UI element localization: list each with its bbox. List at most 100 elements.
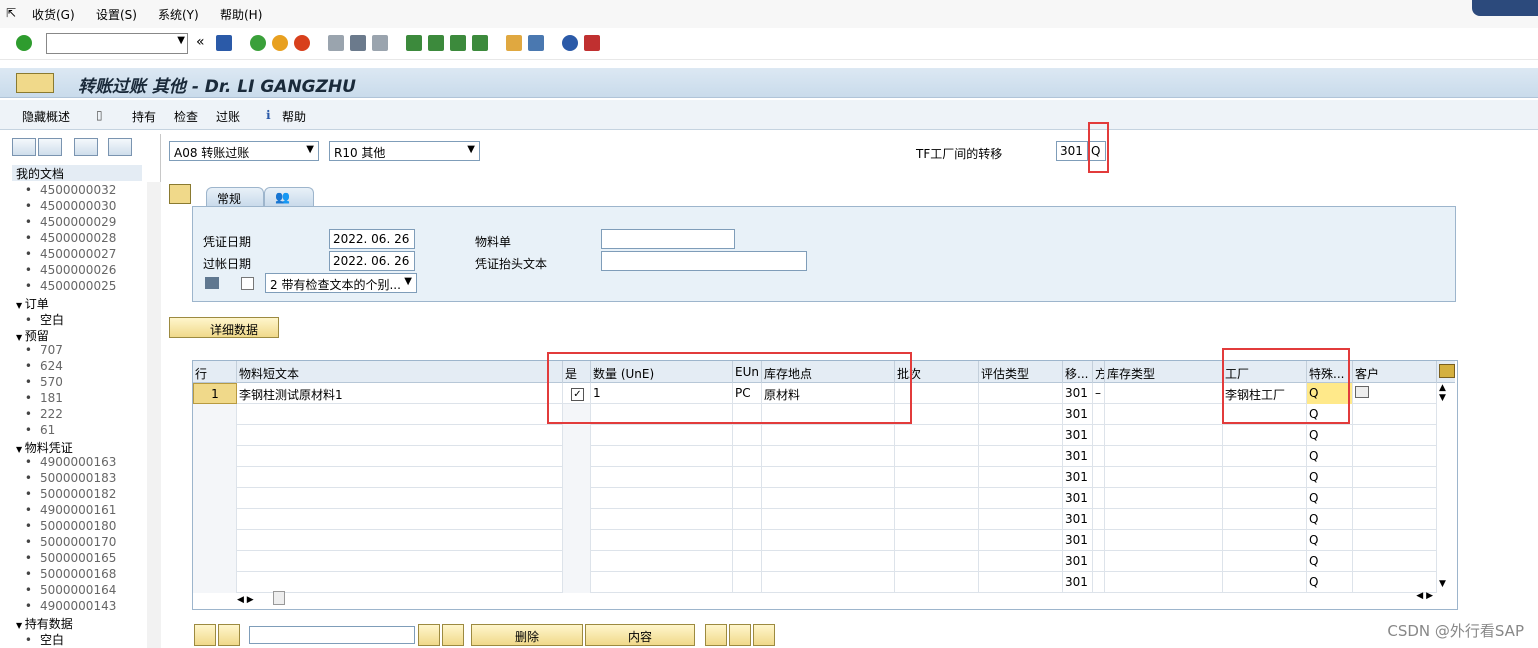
cancel-icon[interactable] <box>294 35 310 51</box>
reference-select[interactable]: R10 其他 ▼ <box>329 141 480 161</box>
scroll-down-end-icon[interactable]: ▼ <box>1439 579 1446 589</box>
tree-item[interactable]: • 5000000183 <box>12 471 116 485</box>
col-line-cell[interactable] <box>193 404 237 425</box>
col-valtype-cell[interactable] <box>979 509 1063 530</box>
stack-icon[interactable] <box>753 624 775 646</box>
col-valtype-cell[interactable] <box>979 467 1063 488</box>
tree-folder[interactable]: ▼ 订单 <box>12 295 142 311</box>
col-customer-header[interactable]: 客户 <box>1353 361 1437 383</box>
col-qty-cell[interactable] <box>591 509 733 530</box>
tree-scrollbar[interactable] <box>147 182 161 648</box>
col-special-cell[interactable]: Q <box>1307 530 1353 551</box>
col-sloc-cell[interactable] <box>762 551 895 572</box>
col-valtype-cell[interactable] <box>979 383 1063 404</box>
col-valtype-cell[interactable] <box>979 530 1063 551</box>
print-checkbox[interactable] <box>241 277 254 290</box>
col-customer-cell[interactable] <box>1353 383 1437 404</box>
tree-item[interactable]: • 4500000029 <box>12 215 116 229</box>
col-special-cell[interactable]: Q <box>1307 572 1353 593</box>
tree-item[interactable]: • 570 <box>12 375 63 389</box>
chevron-down-icon[interactable]: ▼ <box>177 35 185 46</box>
copy-icon[interactable] <box>1355 386 1369 398</box>
col-text-cell[interactable] <box>237 509 563 530</box>
col-line-cell[interactable] <box>193 530 237 551</box>
col-customer-cell[interactable] <box>1353 467 1437 488</box>
col-valtype-cell[interactable] <box>979 488 1063 509</box>
tree-item[interactable]: • 5000000168 <box>12 567 116 581</box>
col-unit-cell[interactable] <box>733 530 762 551</box>
tab-menu-icon[interactable] <box>169 184 191 204</box>
last-page-icon[interactable] <box>472 35 488 51</box>
tree-folder[interactable]: ▼ 预留 <box>12 327 142 343</box>
col-mvt-cell[interactable]: 301 <box>1063 467 1093 488</box>
col-customer-cell[interactable] <box>1353 530 1437 551</box>
menu-settings[interactable]: 设置(S) <box>96 6 137 23</box>
tree-item[interactable]: • 4500000027 <box>12 247 116 261</box>
col-dir-cell[interactable] <box>1093 425 1105 446</box>
col-special-cell[interactable]: Q <box>1307 425 1353 446</box>
tree-item[interactable]: • 5000000170 <box>12 535 116 549</box>
exit-icon[interactable] <box>272 35 288 51</box>
header-text-field[interactable] <box>601 251 807 271</box>
col-line-cell[interactable] <box>193 446 237 467</box>
col-qty-cell[interactable] <box>591 488 733 509</box>
col-flag-cell[interactable] <box>563 425 591 446</box>
col-dir-cell[interactable] <box>1093 551 1105 572</box>
col-valtype-header[interactable]: 评估类型 <box>979 361 1063 383</box>
col-line-cell[interactable] <box>193 425 237 446</box>
collapse-icon[interactable] <box>38 138 62 156</box>
col-flag-cell[interactable] <box>563 509 591 530</box>
col-mvt-cell[interactable]: 301 <box>1063 551 1093 572</box>
tree-item[interactable]: • 4500000032 <box>12 183 116 197</box>
col-unit-cell[interactable] <box>733 509 762 530</box>
col-stocktype-cell[interactable] <box>1105 509 1223 530</box>
detail-data-button[interactable]: 详细数据 <box>169 317 279 338</box>
col-customer-cell[interactable] <box>1353 425 1437 446</box>
col-mvt-cell[interactable]: 301 <box>1063 530 1093 551</box>
col-customer-cell[interactable] <box>1353 446 1437 467</box>
col-qty-cell[interactable] <box>591 467 733 488</box>
col-stocktype-cell[interactable] <box>1105 551 1223 572</box>
col-sloc-cell[interactable] <box>762 572 895 593</box>
tree-item[interactable]: • 空白 <box>12 631 64 648</box>
col-qty-cell[interactable] <box>591 572 733 593</box>
col-unit-cell[interactable] <box>733 488 762 509</box>
find-next-icon[interactable] <box>372 35 388 51</box>
post-date-field[interactable]: 2022. 06. 26 <box>329 251 415 271</box>
col-sloc-cell[interactable] <box>762 530 895 551</box>
col-mvt-cell[interactable]: 301 <box>1063 572 1093 593</box>
bill-field[interactable] <box>601 229 735 249</box>
col-valtype-cell[interactable] <box>979 572 1063 593</box>
info-icon[interactable]: ℹ <box>266 108 271 122</box>
col-stocktype-cell[interactable] <box>1105 488 1223 509</box>
col-text-cell[interactable] <box>237 404 563 425</box>
scroll-right-icon[interactable]: ◀ ▶ <box>1416 591 1433 601</box>
help-icon[interactable] <box>562 35 578 51</box>
find-next-icon[interactable] <box>442 624 464 646</box>
hide-overview-button[interactable]: 隐藏概述 <box>22 108 70 125</box>
col-qty-cell[interactable] <box>591 425 733 446</box>
col-flag-cell[interactable] <box>563 467 591 488</box>
col-line-cell[interactable] <box>193 488 237 509</box>
command-field[interactable]: ▼ <box>46 33 188 54</box>
movement-type-field[interactable]: 301 <box>1056 141 1088 161</box>
col-batch-cell[interactable] <box>895 530 979 551</box>
find-item-field[interactable] <box>249 626 415 644</box>
tree-folder[interactable]: ▼ 持有数据 <box>12 615 142 631</box>
expand-all-icon[interactable] <box>705 624 727 646</box>
tree-item[interactable]: • 5000000165 <box>12 551 116 565</box>
tree-item[interactable]: • 5000000180 <box>12 519 116 533</box>
col-mvt-cell[interactable]: 301 <box>1063 425 1093 446</box>
col-customer-cell[interactable] <box>1353 551 1437 572</box>
save-icon[interactable] <box>216 35 232 51</box>
col-plant-cell[interactable] <box>1223 572 1307 593</box>
col-sloc-cell[interactable] <box>762 467 895 488</box>
col-dir-cell[interactable] <box>1093 446 1105 467</box>
col-mvt-header[interactable]: 移... <box>1063 361 1093 383</box>
col-mvt-cell[interactable]: 301 <box>1063 446 1093 467</box>
col-text-cell[interactable] <box>237 530 563 551</box>
tree-item[interactable]: • 222 <box>12 407 63 421</box>
tree-item[interactable]: • 61 <box>12 423 55 437</box>
window-controls[interactable] <box>1472 0 1538 16</box>
col-stocktype-cell[interactable] <box>1105 572 1223 593</box>
